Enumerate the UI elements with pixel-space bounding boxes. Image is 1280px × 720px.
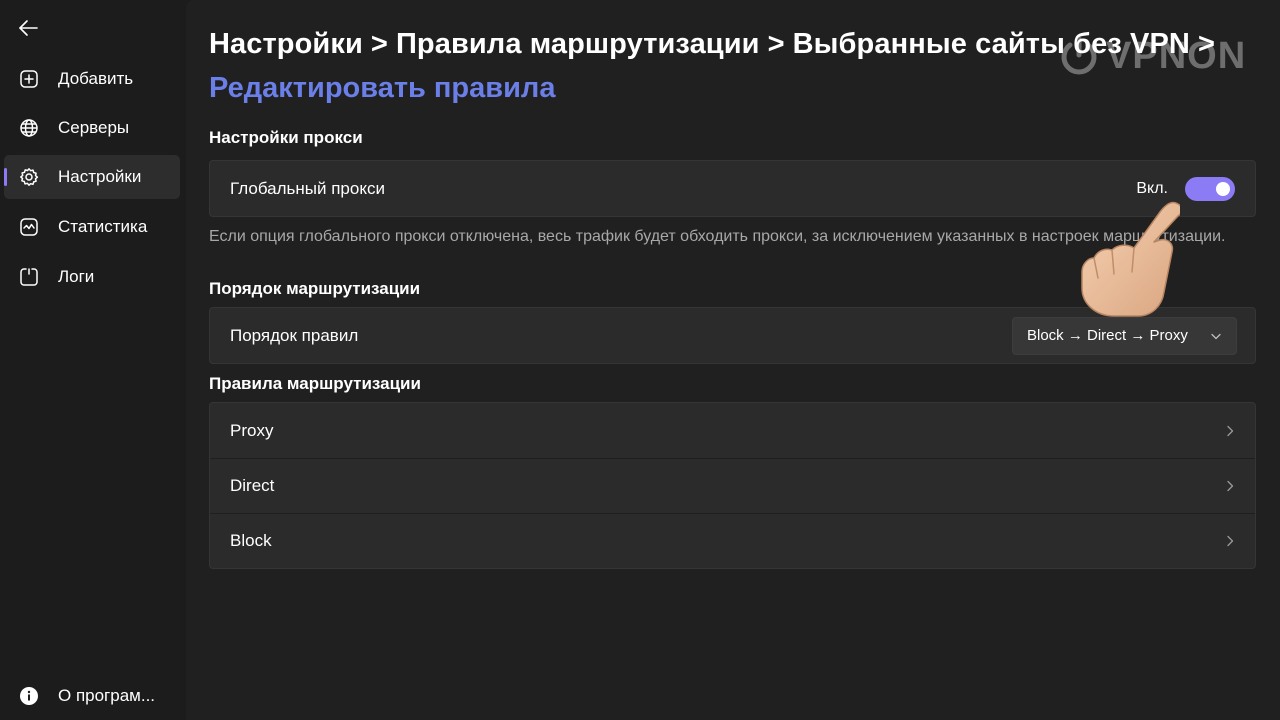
breadcrumb-item-routing-rules[interactable]: Правила маршрутизации bbox=[396, 28, 760, 60]
global-proxy-toggle[interactable] bbox=[1185, 176, 1235, 201]
sidebar-item-settings[interactable]: Настройки bbox=[4, 155, 180, 199]
breadcrumb-separator: > bbox=[370, 28, 388, 60]
list-item-label: Direct bbox=[230, 476, 275, 495]
add-square-icon bbox=[18, 68, 40, 90]
arrow-left-icon bbox=[19, 20, 38, 36]
sidebar-item-label: Добавить bbox=[58, 69, 134, 88]
main-content: Настройки > Правила маршрутизации > Выбранны… bbox=[186, 0, 1280, 720]
power-icon bbox=[1061, 36, 1097, 75]
sidebar-item-label: Серверы bbox=[58, 118, 130, 137]
list-item-label: Proxy bbox=[230, 420, 274, 440]
chevron-right-icon bbox=[1227, 535, 1234, 547]
sidebar-item-about[interactable]: О програм... bbox=[4, 674, 180, 718]
section-title-routing-rules: Правила маршрутизации bbox=[209, 374, 421, 393]
routing-rule-block[interactable]: Block bbox=[210, 513, 1255, 568]
section-title-routing-order: Порядок маршрутизации bbox=[209, 279, 421, 298]
back-button[interactable] bbox=[12, 12, 44, 44]
chart-icon bbox=[18, 216, 40, 238]
breadcrumb-separator: > bbox=[767, 28, 785, 60]
toggle-knob bbox=[1216, 181, 1230, 196]
breadcrumb-item-settings[interactable]: Настройки bbox=[209, 28, 363, 60]
page-title: Редактировать правила bbox=[209, 72, 556, 104]
sidebar-item-servers[interactable]: Серверы bbox=[4, 106, 180, 150]
sidebar-item-statistics[interactable]: Статистика bbox=[4, 205, 180, 249]
sidebar-item-label: Статистика bbox=[58, 217, 148, 236]
routing-rules-list: Proxy Direct Block bbox=[209, 402, 1256, 569]
chevron-right-icon bbox=[1227, 480, 1234, 492]
sidebar-item-label: Логи bbox=[58, 267, 95, 286]
gear-icon bbox=[18, 166, 40, 188]
sidebar: Добавить Серверы Настройки Статистика Ло… bbox=[0, 0, 185, 720]
routing-rule-proxy[interactable]: Proxy bbox=[210, 403, 1255, 458]
section-title-proxy-settings: Настройки прокси bbox=[209, 128, 363, 147]
info-icon bbox=[18, 685, 40, 707]
list-item-label: Block bbox=[230, 531, 272, 550]
globe-icon bbox=[18, 117, 40, 139]
rule-order-label: Порядок правил bbox=[230, 325, 359, 345]
watermark-logo: VPNON bbox=[1058, 34, 1258, 78]
chevron-right-icon bbox=[1227, 425, 1234, 436]
watermark-text: VPNON bbox=[1106, 34, 1247, 77]
rule-order-dropdown[interactable]: Block → Direct → Proxy bbox=[1012, 316, 1237, 355]
routing-rule-direct[interactable]: Direct bbox=[210, 458, 1255, 513]
sidebar-item-add[interactable]: Добавить bbox=[4, 57, 180, 101]
pointing-hand-icon bbox=[1081, 201, 1180, 317]
log-icon bbox=[18, 266, 40, 288]
sidebar-item-label: Настройки bbox=[58, 167, 142, 186]
sidebar-item-logs[interactable]: Логи bbox=[4, 255, 180, 299]
sidebar-item-label: О програм... bbox=[58, 686, 156, 705]
chevron-down-icon bbox=[1211, 333, 1221, 339]
global-proxy-label: Глобальный прокси bbox=[230, 178, 385, 198]
rule-order-selected-value: Block → Direct → Proxy bbox=[1027, 327, 1188, 344]
